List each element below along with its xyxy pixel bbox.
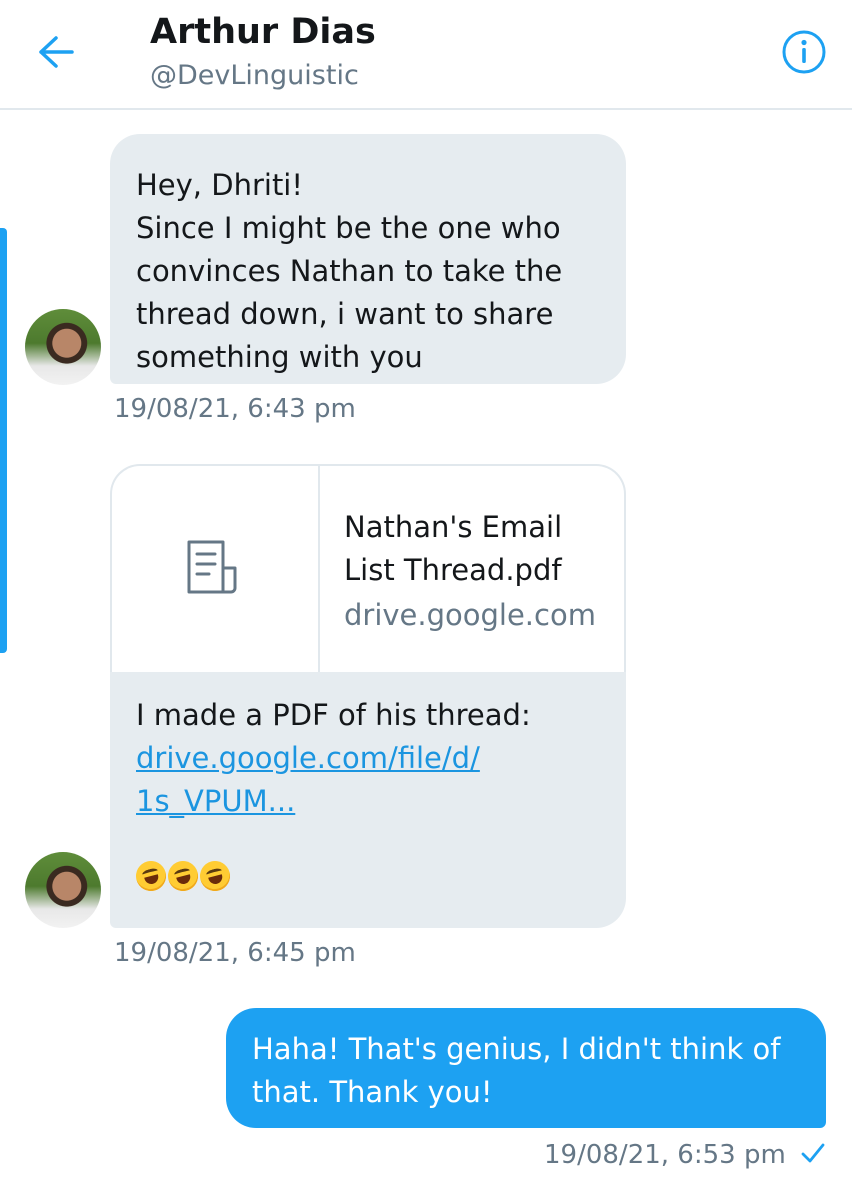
rolling-on-floor-laughing-emoji bbox=[132, 857, 170, 895]
link-preview-card[interactable]: Nathan's Email List Thread.pdf drive.goo… bbox=[110, 464, 626, 672]
info-button[interactable] bbox=[776, 26, 832, 82]
checkmark-icon bbox=[800, 1140, 826, 1170]
message-link[interactable]: drive.google.com/file/d/ bbox=[136, 737, 602, 780]
conversation-header: Arthur Dias @DevLinguistic bbox=[0, 0, 852, 110]
message-bubble-received[interactable]: I made a PDF of his thread: drive.google… bbox=[110, 672, 626, 928]
contact-name: Arthur Dias bbox=[150, 12, 376, 52]
scroll-indicator[interactable] bbox=[0, 228, 7, 653]
message-link-continued[interactable]: 1s_VPUM... bbox=[136, 780, 602, 823]
arrow-left-icon bbox=[36, 34, 76, 74]
message-bubble-sent[interactable]: Haha! That's genius, I didn't think of t… bbox=[226, 1008, 826, 1128]
link-preview-domain: drive.google.com bbox=[344, 598, 596, 632]
avatar[interactable] bbox=[25, 309, 101, 385]
link-preview-title: Nathan's Email List Thread.pdf bbox=[344, 510, 563, 587]
rolling-on-floor-laughing-emoji bbox=[164, 857, 202, 895]
document-icon bbox=[183, 538, 247, 600]
message-text: I made a PDF of his thread: bbox=[136, 698, 531, 732]
message-timestamp: 19/08/21, 6:45 pm bbox=[114, 938, 356, 968]
message-bubble-received[interactable]: Hey, Dhriti! Since I might be the one wh… bbox=[110, 134, 626, 384]
message-timestamp: 19/08/21, 6:53 pm bbox=[544, 1140, 786, 1170]
avatar[interactable] bbox=[25, 852, 101, 928]
link-preview-thumbnail bbox=[112, 466, 320, 672]
conversation-title[interactable]: Arthur Dias @DevLinguistic bbox=[150, 10, 376, 94]
contact-handle: @DevLinguistic bbox=[150, 60, 359, 91]
emoji-row bbox=[132, 857, 602, 895]
rolling-on-floor-laughing-emoji bbox=[196, 857, 234, 895]
info-icon bbox=[781, 29, 827, 79]
back-button[interactable] bbox=[26, 26, 86, 82]
message-timestamp: 19/08/21, 6:43 pm bbox=[114, 394, 356, 424]
